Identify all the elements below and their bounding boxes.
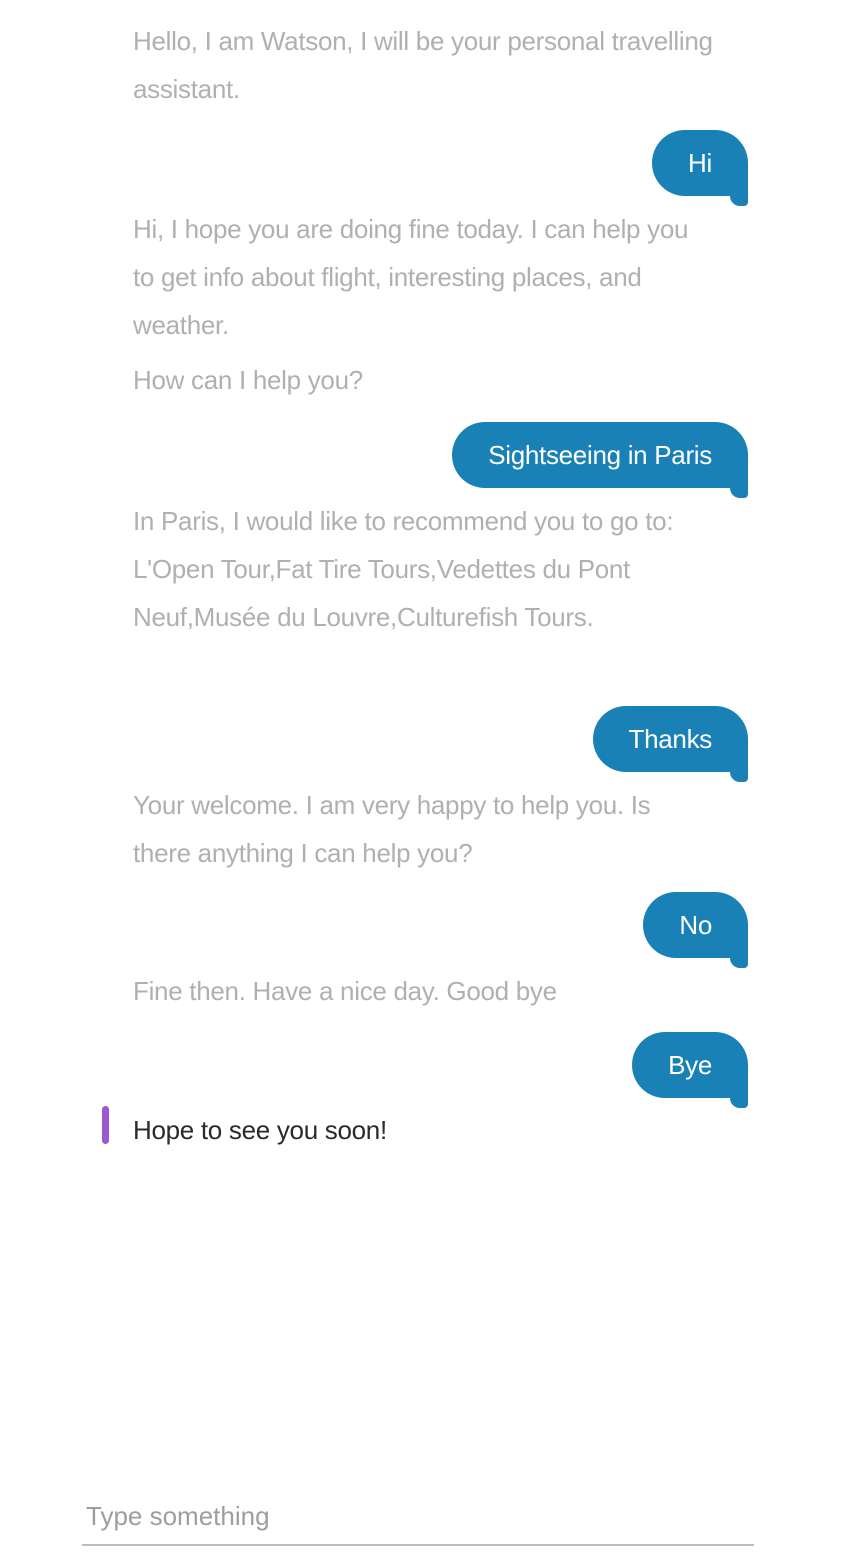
bot-message: Hi, I hope you are doing fine today. I c… <box>133 214 689 340</box>
user-message-bubble: Thanks <box>592 706 749 782</box>
bot-message: Fine then. Have a nice day. Good bye <box>133 976 557 1006</box>
message-input-container <box>82 1488 754 1546</box>
message-input[interactable] <box>82 1488 754 1544</box>
user-message-bubble: No <box>643 892 748 968</box>
user-message-bubble: Hi <box>652 130 748 206</box>
current-message-indicator <box>102 1106 109 1144</box>
user-message-bubble: Sightseeing in Paris <box>452 422 748 498</box>
bot-message: How can I help you? <box>133 365 363 395</box>
bot-message: Your welcome. I am very happy to help yo… <box>133 790 651 868</box>
bot-message-current: Hope to see you soon! <box>133 1115 387 1145</box>
bot-message: In Paris, I would like to recommend you … <box>133 506 674 632</box>
bot-message: Hello, I am Watson, I will be your perso… <box>133 26 713 104</box>
user-message-bubble: Bye <box>632 1032 748 1108</box>
